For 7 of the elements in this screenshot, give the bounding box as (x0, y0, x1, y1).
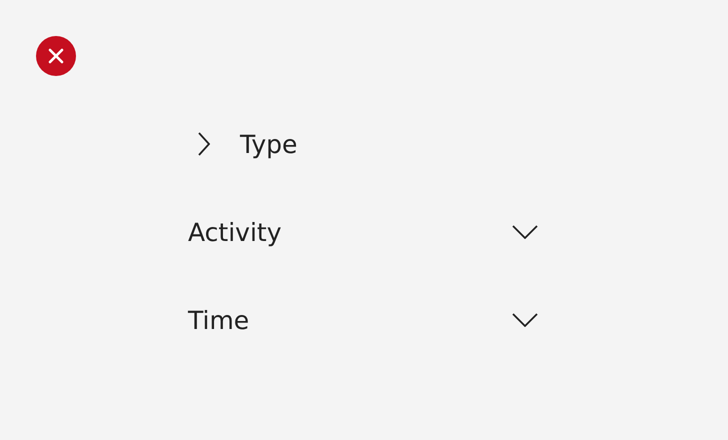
chevron-right-icon (198, 132, 210, 156)
filter-link[interactable]: Type (188, 128, 298, 160)
close-icon[interactable] (36, 36, 76, 76)
chevron-down-icon (512, 313, 538, 327)
chevron-down-icon (512, 225, 538, 239)
filter-dropdown[interactable]: Time (188, 304, 538, 336)
filter-dropdown[interactable]: Activity (188, 216, 538, 248)
